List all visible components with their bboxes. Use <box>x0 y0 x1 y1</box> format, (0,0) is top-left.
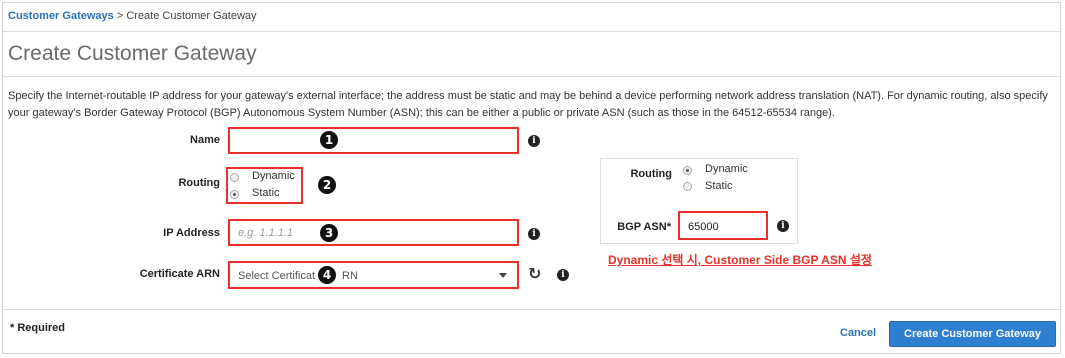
breadcrumb-separator: > <box>113 10 127 22</box>
breadcrumb: Customer Gateways > Create Customer Gate… <box>8 10 257 22</box>
refresh-icon[interactable]: ↻ <box>528 264 541 283</box>
divider <box>3 76 1062 77</box>
routing-label: Routing <box>178 177 220 189</box>
cancel-button[interactable]: Cancel <box>840 327 876 339</box>
page-description: Specify the Internet-routable IP address… <box>8 90 1048 119</box>
callout-routing-label: Routing <box>630 168 672 180</box>
callout-static-label: Static <box>705 180 733 192</box>
routing-static-label[interactable]: Static <box>252 187 280 199</box>
breadcrumb-current: Create Customer Gateway <box>126 10 257 22</box>
step-badge-1: 1 <box>320 131 338 149</box>
required-note: * Required <box>10 322 66 334</box>
step-badge-3: 3 <box>320 224 338 242</box>
ip-address-label: IP Address <box>163 227 220 239</box>
certificate-arn-placeholder-end: RN <box>342 270 358 282</box>
info-icon: i <box>777 220 789 232</box>
callout-dynamic-radio <box>683 166 692 175</box>
step-badge-4: 4 <box>318 266 336 284</box>
breadcrumb-customer-gateways-link[interactable]: Customer Gateways <box>8 10 114 22</box>
info-icon[interactable]: i <box>528 135 540 147</box>
footer-divider <box>3 309 1062 310</box>
name-input[interactable] <box>228 127 519 154</box>
callout-dynamic-label: Dynamic <box>705 163 748 175</box>
ip-address-placeholder: e.g. 1.1.1.1 <box>238 227 294 239</box>
chevron-down-icon[interactable] <box>499 273 507 278</box>
divider <box>3 31 1062 32</box>
create-customer-gateway-button[interactable]: Create Customer Gateway <box>889 321 1056 347</box>
bgp-asn-label: BGP ASN* <box>617 221 671 233</box>
info-icon[interactable]: i <box>557 269 569 281</box>
annotation-note: Dynamic 선택 시, Customer Side BGP ASN 설정 <box>608 253 872 267</box>
info-icon[interactable]: i <box>528 228 540 240</box>
callout-static-radio <box>683 182 692 191</box>
name-label: Name <box>190 134 220 146</box>
certificate-arn-label: Certificate ARN <box>139 268 220 280</box>
step-badge-2: 2 <box>318 176 336 194</box>
routing-dynamic-radio[interactable] <box>230 173 239 182</box>
certificate-arn-placeholder-start: Select Certificat <box>238 270 316 282</box>
bgp-asn-value: 65000 <box>688 221 719 233</box>
page-title: Create Customer Gateway <box>8 42 257 65</box>
routing-static-radio[interactable] <box>230 190 239 199</box>
routing-dynamic-label[interactable]: Dynamic <box>252 170 295 182</box>
